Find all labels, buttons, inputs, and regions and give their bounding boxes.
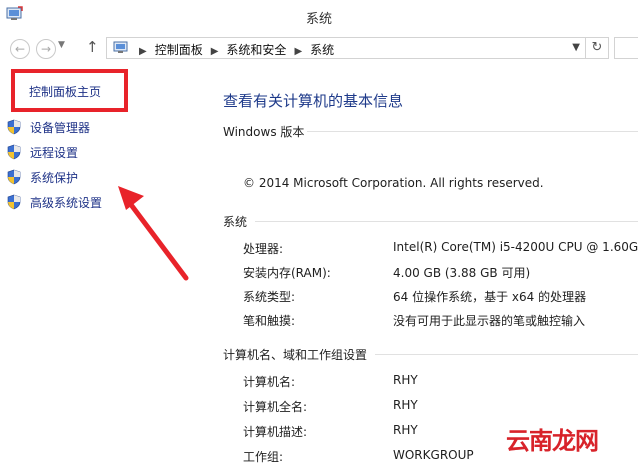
forward-arrow-icon: → (40, 42, 52, 56)
ram-label: 安装内存(RAM): (243, 266, 331, 280)
recent-locations-dropdown[interactable]: ▼ (58, 40, 65, 50)
shield-icon (7, 119, 21, 135)
divider (375, 354, 638, 355)
refresh-button[interactable]: ↻ (585, 38, 608, 58)
up-arrow-icon: ↑ (86, 38, 99, 56)
refresh-icon: ↻ (591, 40, 603, 55)
system-type-value: 64 位操作系统，基于 x64 的处理器 (393, 290, 587, 304)
divider (307, 131, 638, 132)
page-title: 查看有关计算机的基本信息 (223, 92, 404, 110)
computer-name-label: 计算机名: (243, 375, 296, 389)
shield-icon (7, 169, 21, 185)
description-value: RHY (393, 423, 418, 437)
window-title: 系统 (305, 12, 332, 27)
description-label: 计算机描述: (243, 425, 308, 439)
forward-button[interactable]: → (36, 39, 56, 59)
computer-name-value: RHY (393, 373, 418, 387)
sidebar: 控制面板主页 设备管理器 远程设置 系统保护 高级系统设置 (0, 64, 205, 461)
computer-settings-heading: 计算机名、域和工作组设置 (223, 348, 368, 362)
back-button[interactable]: ← (10, 39, 30, 59)
system-type-label: 系统类型: (243, 290, 296, 304)
sidebar-item-label: 远程设置 (30, 146, 79, 160)
windows-edition-heading: Windows 版本 (223, 125, 305, 139)
back-arrow-icon: ← (14, 42, 26, 56)
workgroup-value: WORKGROUP (393, 448, 474, 462)
system-heading: 系统 (223, 215, 248, 229)
search-input[interactable] (614, 37, 638, 59)
full-name-label: 计算机全名: (243, 400, 308, 414)
navigation-bar: ← → ▼ ↑ ▶ 控制面板 ▶ 系统和安全 ▶ 系统 ▼ ↻ (0, 34, 638, 64)
workgroup-label: 工作组: (243, 450, 284, 464)
control-panel-home-link[interactable]: 控制面板主页 (29, 83, 101, 100)
breadcrumb: ▶ 控制面板 ▶ 系统和安全 ▶ 系统 (133, 41, 334, 58)
sidebar-item-label: 高级系统设置 (30, 196, 103, 210)
address-bar[interactable]: ▶ 控制面板 ▶ 系统和安全 ▶ 系统 ▼ ↻ (106, 37, 609, 59)
breadcrumb-separator-icon: ▶ (294, 46, 303, 57)
watermark-logo: 云南龙网 (506, 427, 599, 455)
ram-value: 4.00 GB (3.88 GB 可用) (393, 266, 531, 280)
copyright-text: © 2014 Microsoft Corporation. All rights… (243, 176, 544, 190)
address-dropdown-button[interactable]: ▼ (572, 42, 580, 53)
breadcrumb-item-control-panel[interactable]: 控制面板 (155, 43, 203, 57)
up-button[interactable]: ↑ (86, 38, 99, 56)
title-bar: 系统 (0, 0, 638, 34)
main-content: 查看有关计算机的基本信息 Windows 版本 © 2014 Microsoft… (205, 64, 638, 464)
full-name-value: RHY (393, 398, 418, 412)
shield-icon (7, 194, 21, 210)
pen-touch-value: 没有可用于此显示器的笔或触控输入 (393, 314, 586, 328)
breadcrumb-item-system-security[interactable]: 系统和安全 (226, 43, 286, 57)
breadcrumb-separator-icon: ▶ (139, 46, 147, 57)
pen-touch-label: 笔和触摸: (243, 314, 296, 328)
breadcrumb-separator-icon: ▶ (210, 46, 219, 57)
red-arrow-icon (118, 186, 189, 281)
sidebar-item-label: 系统保护 (30, 171, 79, 185)
breadcrumb-item-system[interactable]: 系统 (310, 43, 334, 57)
processor-label: 处理器: (243, 242, 284, 256)
sidebar-item-label: 设备管理器 (30, 121, 91, 135)
computer-icon (113, 41, 128, 53)
processor-value: Intel(R) Core(TM) i5-4200U CPU @ 1.60GH (393, 240, 638, 254)
divider (255, 221, 638, 222)
shield-icon (7, 144, 21, 160)
